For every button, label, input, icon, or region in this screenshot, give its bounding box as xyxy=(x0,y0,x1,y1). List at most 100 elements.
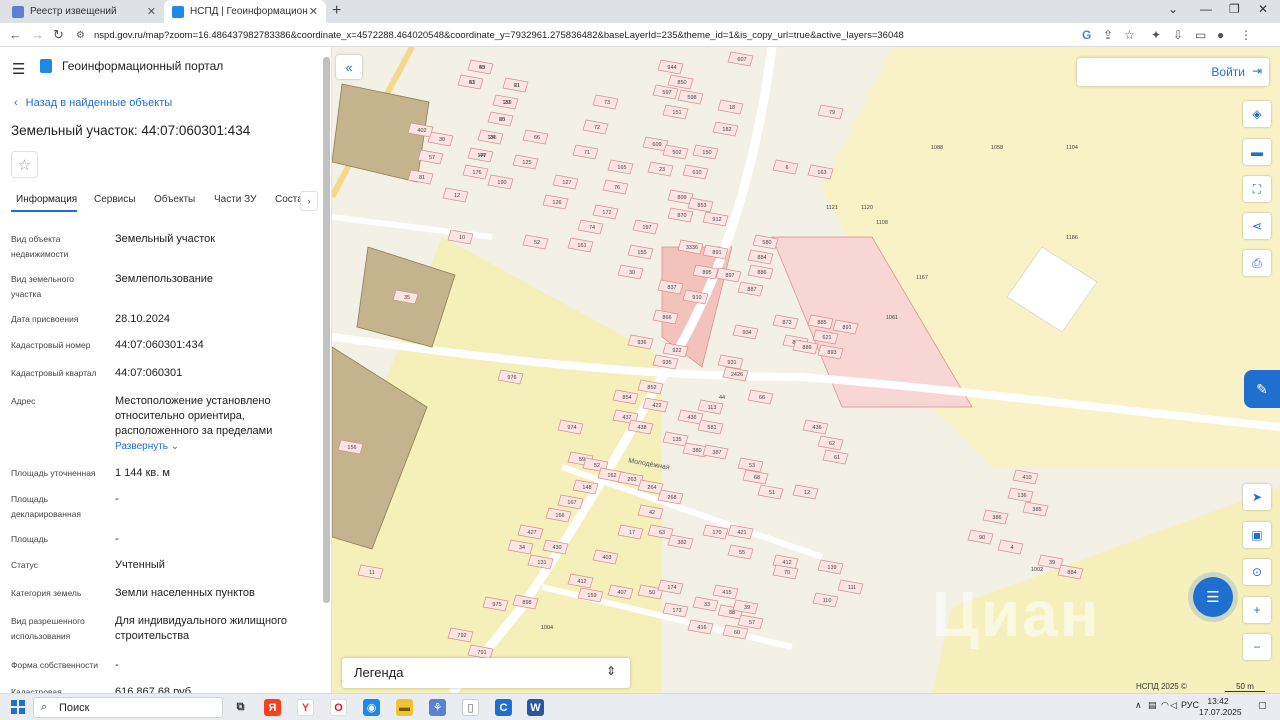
address-bar[interactable]: ⚙ nspd.gov.ru/map?zoom=16.48643798278338… xyxy=(76,26,1140,44)
menu-kebab-icon[interactable]: ⋮ xyxy=(1240,28,1252,42)
parcel-label: 113 xyxy=(708,405,717,411)
parcel-label: 1186 xyxy=(1066,235,1078,241)
yandex-browser-icon[interactable]: Y xyxy=(297,699,314,716)
google-icon[interactable]: G xyxy=(1082,28,1091,42)
chat-button[interactable]: ☰ xyxy=(1193,577,1233,617)
close-tab-icon[interactable]: ✕ xyxy=(309,5,318,18)
login-button[interactable]: Войти ⇥ xyxy=(1077,58,1269,86)
print-button[interactable]: ⎙ xyxy=(1243,250,1271,276)
close-window-icon[interactable]: ✕ xyxy=(1258,2,1268,16)
hamburger-menu-icon[interactable]: ☰ xyxy=(12,60,25,78)
parcel-label: 155 xyxy=(637,250,646,256)
bookmark-star-icon[interactable]: ☆ xyxy=(1124,28,1135,42)
reload-icon[interactable]: ↻ xyxy=(53,27,64,43)
sidepanel-icon[interactable]: ▭ xyxy=(1195,28,1206,42)
parcel-label: 975 xyxy=(492,602,501,608)
attribute-label: Вид земельного участка xyxy=(11,274,75,299)
attribute-value: Земли населенных пунктов xyxy=(115,587,255,599)
parcel-label: 63 xyxy=(659,530,665,536)
new-tab-icon[interactable]: + xyxy=(332,2,341,20)
favorite-star-button[interactable]: ☆ xyxy=(11,151,38,178)
language-indicator[interactable]: РУС xyxy=(1181,700,1199,710)
parcel-label: 79 xyxy=(829,110,835,116)
expand-address-link[interactable]: Развернуть ⌄ xyxy=(115,441,179,452)
parcel-label: 126 xyxy=(552,200,561,206)
profile-avatar-icon[interactable]: ● xyxy=(1217,28,1224,42)
share-map-button[interactable]: ⋖ xyxy=(1243,213,1271,239)
attribute-value: Для индивидуального жилищного строительс… xyxy=(115,615,288,642)
notifications-icon[interactable]: ▢ xyxy=(1258,700,1267,711)
parcel-label: 884 xyxy=(1067,570,1076,576)
notepad-icon[interactable]: ▯ xyxy=(462,699,479,716)
share-icon[interactable]: ⇪ xyxy=(1103,28,1113,42)
parcel-label: 850 xyxy=(677,80,686,86)
minimize-icon[interactable]: — xyxy=(1200,2,1212,16)
parcel-label: 50 xyxy=(649,590,655,596)
geolocation-button[interactable]: ➤ xyxy=(1243,484,1271,510)
network-app-icon[interactable]: ⚘ xyxy=(429,699,446,716)
tab-services[interactable]: Сервисы xyxy=(94,194,135,205)
back-arrow-icon[interactable]: ← xyxy=(9,27,22,42)
parcel-label: 73 xyxy=(604,100,610,106)
double-chevron-left-icon: « xyxy=(345,59,353,75)
word-icon[interactable]: W xyxy=(527,699,544,716)
feedback-tab-button[interactable]: ✎ xyxy=(1244,370,1280,408)
taskbar-clock[interactable]: 13:42 17.07.2025 xyxy=(1199,696,1242,718)
browser-tab-registry[interactable]: Реестр извещений ✕ xyxy=(4,0,164,23)
search-icon: ⌕ xyxy=(41,701,48,713)
map-canvas[interactable]: 59 53 61 159 60 135 177 176 30 57 81 12 66 125 127 190 1… xyxy=(332,47,1280,693)
volume-icon[interactable]: ◁ xyxy=(1170,700,1177,711)
close-tab-icon[interactable]: ✕ xyxy=(147,5,156,18)
file-explorer-icon[interactable]: ▬ xyxy=(396,699,413,716)
measure-button[interactable]: ▬ xyxy=(1243,139,1271,165)
parcel-label: 57 xyxy=(429,155,435,161)
collapse-panel-button[interactable]: « xyxy=(336,55,362,79)
parcel-label: 43 xyxy=(479,65,485,71)
wifi-icon[interactable]: ◠ xyxy=(1161,700,1169,711)
plus-icon: + xyxy=(1253,603,1261,617)
yandex-icon[interactable]: Я xyxy=(264,699,281,716)
zoom-in-button[interactable]: + xyxy=(1243,597,1271,623)
tabs-scroll-right-button[interactable]: › xyxy=(300,191,318,211)
tray-chevron-icon[interactable]: ∧ xyxy=(1135,700,1142,711)
back-to-results-link[interactable]: ‹ Назад в найденные объекты xyxy=(14,97,172,109)
tab-information[interactable]: Информация xyxy=(16,194,77,205)
parcel-label: 20 xyxy=(504,100,510,106)
maximize-icon[interactable]: ❐ xyxy=(1229,2,1240,16)
expand-label: Развернуть xyxy=(115,441,169,452)
opera-icon[interactable]: O xyxy=(330,699,347,716)
tab-parts[interactable]: Части ЗУ xyxy=(214,194,256,205)
parcel-label: 412 xyxy=(577,579,586,585)
attribute-value: Земельный участок xyxy=(115,233,216,245)
panel-scrollbar[interactable] xyxy=(323,57,330,603)
forward-arrow-icon[interactable]: → xyxy=(31,27,44,42)
parcel-label: 1108 xyxy=(876,220,888,226)
windows-start-icon[interactable] xyxy=(11,700,25,714)
site-info-icon[interactable]: ⚙ xyxy=(76,30,88,41)
select-area-button[interactable]: ⛶ xyxy=(1243,176,1271,202)
registry-favicon-icon xyxy=(12,5,24,18)
minimap-button[interactable]: ▣ xyxy=(1243,522,1271,548)
download-icon[interactable]: ⇩ xyxy=(1173,28,1183,42)
browser-blue-icon[interactable]: ◉ xyxy=(363,699,380,716)
extensions-icon[interactable]: ✦ xyxy=(1151,28,1161,42)
zoom-out-button[interactable]: − xyxy=(1243,634,1271,660)
tab-search-icon[interactable]: ⌄ xyxy=(1168,2,1178,16)
browser-tab-nspd[interactable]: НСПД | Геоинформационный п ✕ xyxy=(164,0,326,23)
browser-tab-bar: Реестр извещений ✕ НСПД | Геоинформацион… xyxy=(0,0,1280,23)
taskbar-search-box[interactable]: ⌕ Поиск xyxy=(33,697,223,718)
chrome-like-icon[interactable]: C xyxy=(495,699,512,716)
layers-button[interactable]: ◈ xyxy=(1243,101,1271,127)
location-pin-button[interactable]: ⊙ xyxy=(1243,559,1271,585)
browser-toolbar: ← → ↻ ⚙ nspd.gov.ru/map?zoom=16.48643798… xyxy=(0,23,1280,47)
parcel-label: 1061 xyxy=(886,315,898,321)
network-icon[interactable]: ▤ xyxy=(1148,700,1157,711)
parcel-label: 609 xyxy=(652,142,661,148)
parcel-label: 72 xyxy=(594,125,600,131)
parcel-label: 382 xyxy=(677,540,686,546)
task-view-icon[interactable]: ⧉ xyxy=(232,699,249,716)
legend-dropdown[interactable]: Легенда ⇕ xyxy=(342,658,630,688)
parcel-label: 597 xyxy=(662,90,671,96)
tab-composition[interactable]: Соста xyxy=(275,194,303,205)
tab-objects[interactable]: Объекты xyxy=(154,194,195,205)
